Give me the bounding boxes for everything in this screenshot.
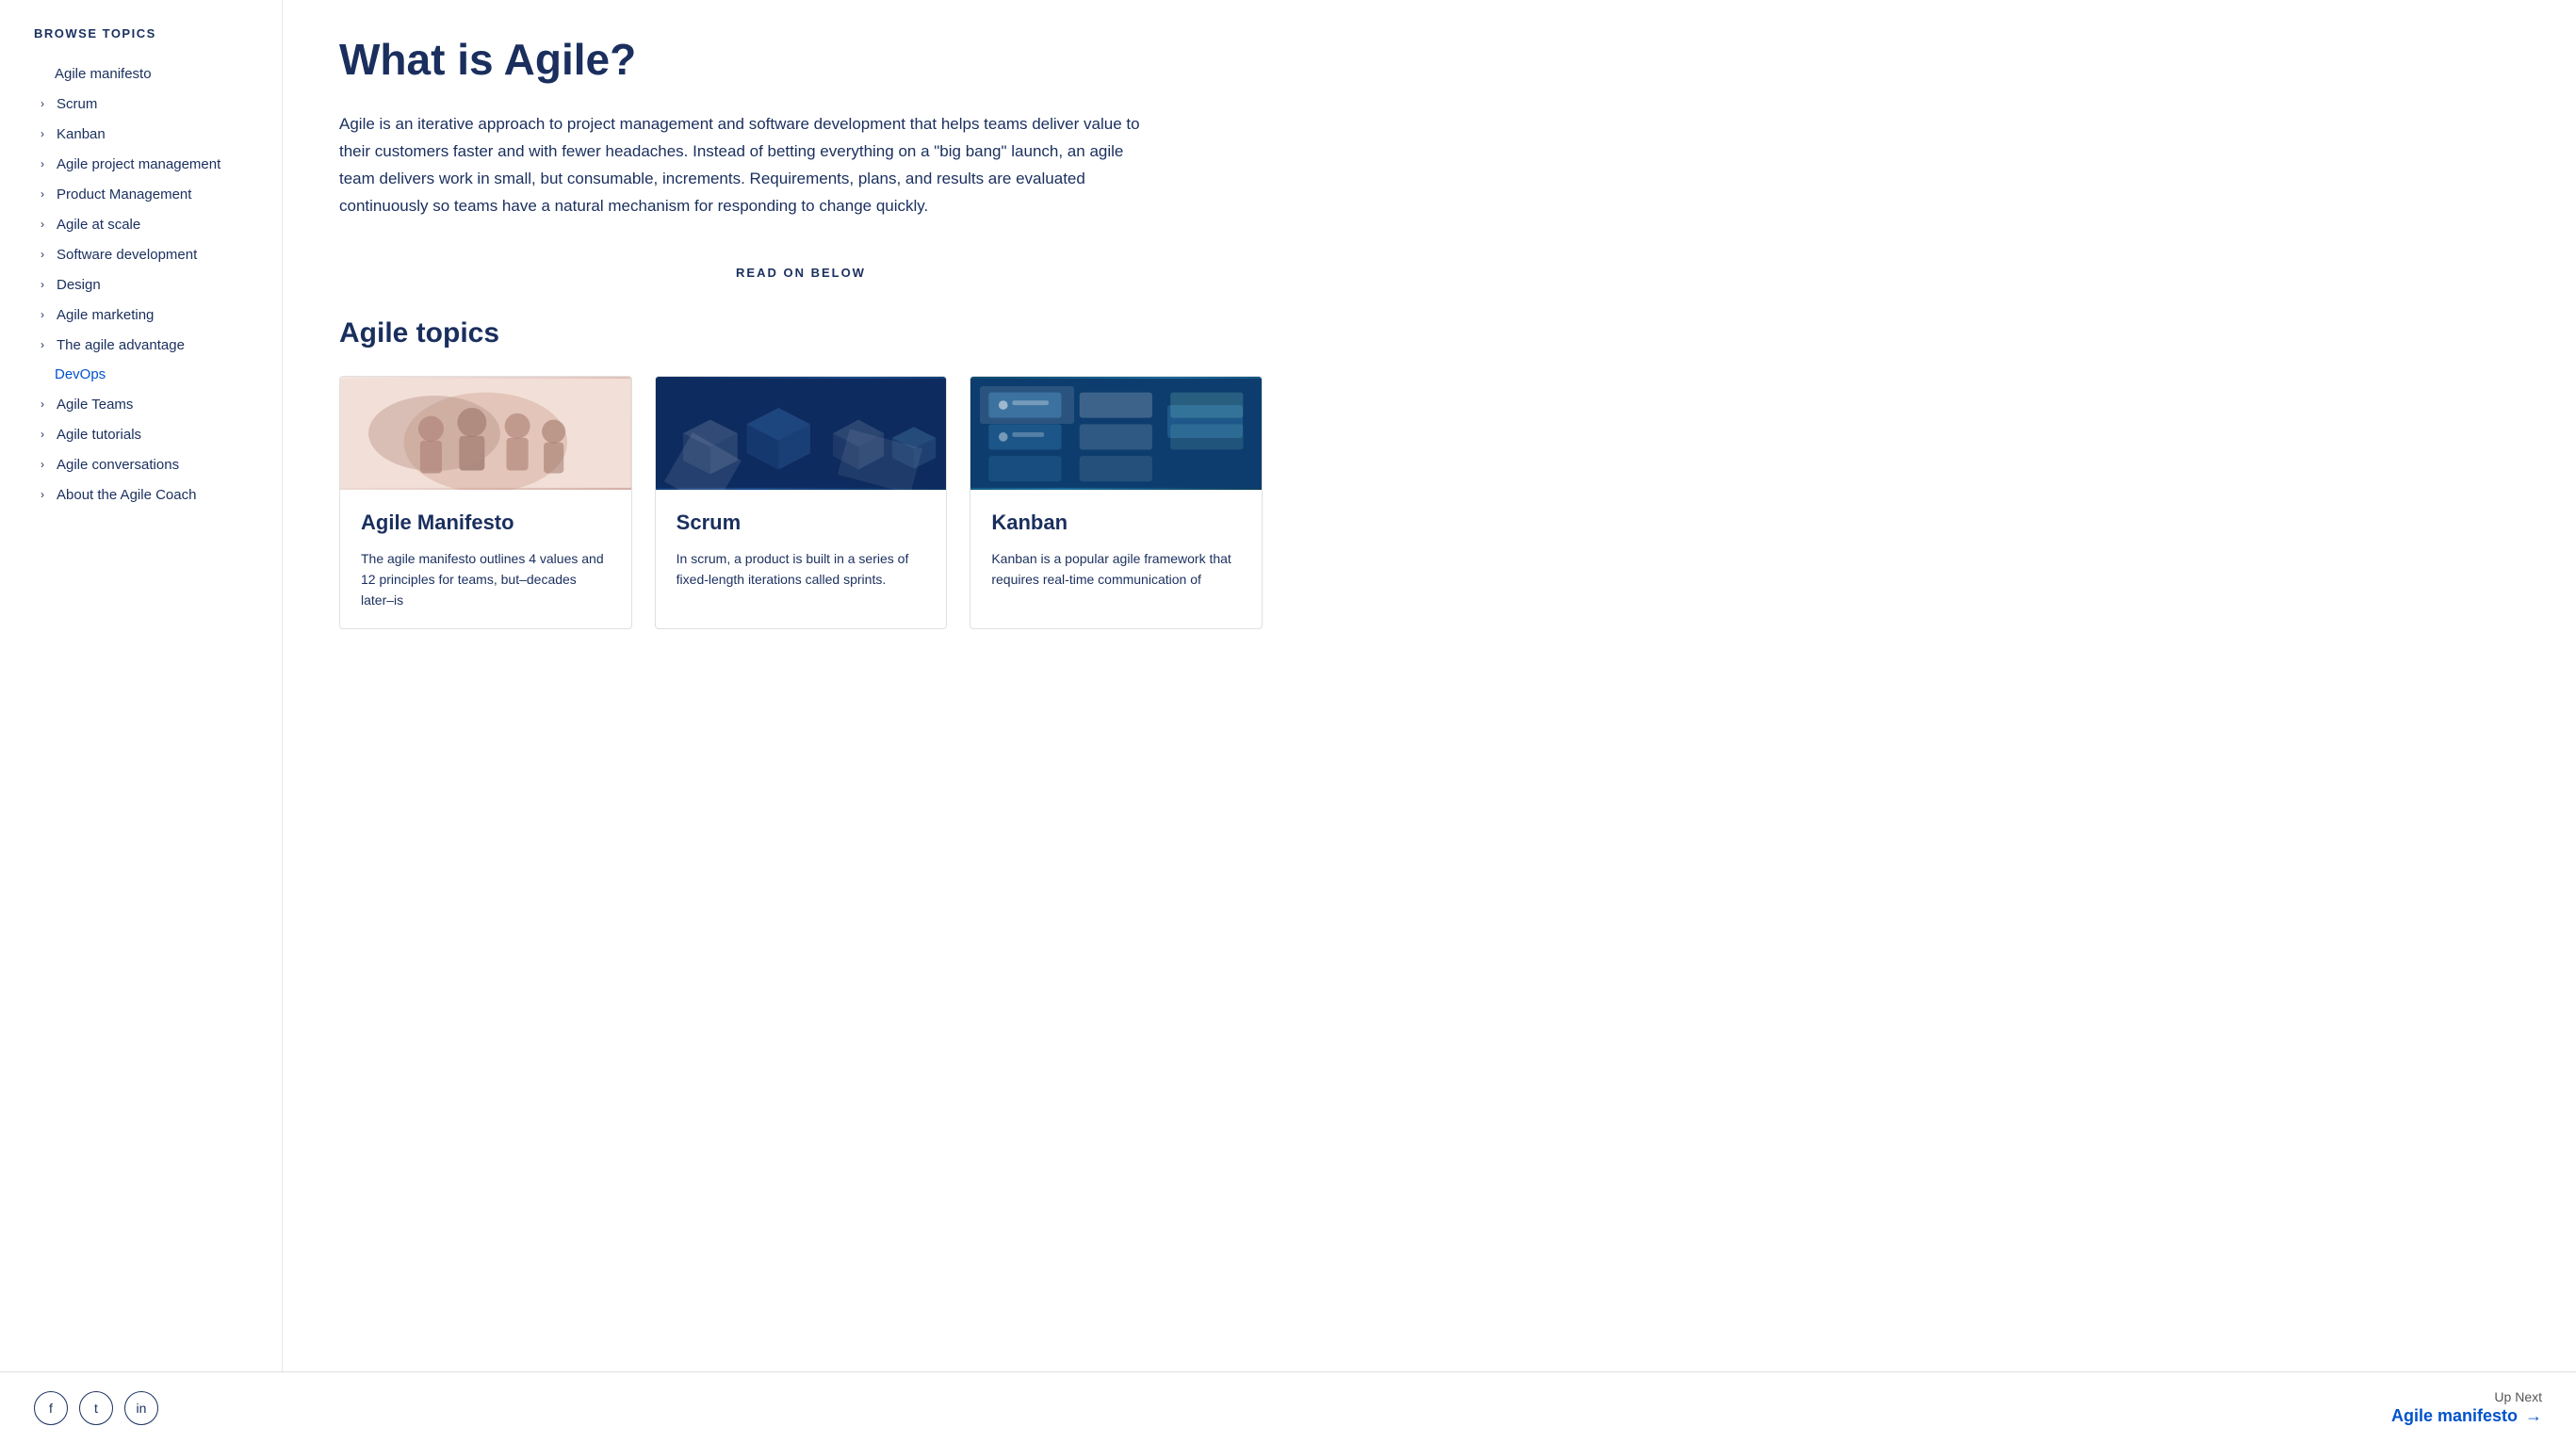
sidebar-item-label: Agile project management [57,156,220,172]
twitter-icon[interactable]: t [79,1391,113,1425]
sidebar-item-agile-project-management[interactable]: › Agile project management [34,149,263,179]
sidebar-item-devops[interactable]: DevOps [34,360,263,389]
sidebar-item-label: Kanban [57,126,106,142]
sidebar-item-label: DevOps [55,366,106,382]
manifesto-illustration [340,377,631,490]
card-image-manifesto [340,377,631,490]
card-title-manifesto: Agile Manifesto [361,511,611,535]
sidebar-item-label: Agile at scale [57,217,140,233]
sidebar-item-label: Agile Teams [57,397,133,413]
cards-row: Agile Manifesto The agile manifesto outl… [339,376,1263,629]
card-image-scrum [656,377,947,490]
scrum-illustration [656,377,947,490]
card-title-kanban: Kanban [991,511,1241,535]
sidebar-item-kanban[interactable]: › Kanban [34,119,263,149]
up-next-link[interactable]: Agile manifesto → [2391,1406,2542,1426]
chevron-right-icon: › [34,396,51,413]
chevron-right-icon: › [34,456,51,473]
sidebar-item-agile-conversations[interactable]: › Agile conversations [34,449,263,479]
sidebar-item-product-management[interactable]: › Product Management [34,179,263,209]
card-body-manifesto: Agile Manifesto The agile manifesto outl… [340,490,631,628]
sidebar: BROWSE TOPICS Agile manifesto › Scrum › … [0,0,283,1371]
chevron-right-icon: › [34,155,51,172]
sidebar-item-label: Agile conversations [57,457,179,473]
sidebar-item-label: The agile advantage [57,337,185,353]
sidebar-item-label: Design [57,277,101,293]
main-content: What is Agile? Agile is an iterative app… [283,0,1319,1371]
agile-manifesto-card[interactable]: Agile Manifesto The agile manifesto outl… [339,376,632,629]
arrow-right-icon: → [2525,1406,2542,1426]
linkedin-label: in [137,1401,147,1416]
chevron-right-icon: › [34,426,51,443]
sidebar-item-agile-teams[interactable]: › Agile Teams [34,389,263,419]
social-icons: f t in [34,1391,158,1425]
sidebar-item-about-the-agile-coach[interactable]: › About the Agile Coach [34,479,263,510]
linkedin-icon[interactable]: in [124,1391,158,1425]
facebook-icon[interactable]: f [34,1391,68,1425]
sidebar-item-agile-manifesto[interactable]: Agile manifesto [34,59,263,89]
agile-topics-title: Agile topics [339,317,1263,349]
read-on-below-label: READ ON BELOW [339,266,1263,280]
card-image-kanban [970,377,1262,490]
kanban-card[interactable]: Kanban Kanban is a popular agile framewo… [970,376,1263,629]
sidebar-item-the-agile-advantage[interactable]: › The agile advantage [34,330,263,360]
chevron-right-icon: › [34,306,51,323]
sidebar-item-label: Agile marketing [57,307,154,323]
kanban-illustration [970,377,1262,490]
up-next-text: Agile manifesto [2391,1406,2518,1426]
chevron-right-icon: › [34,186,51,203]
scrum-card[interactable]: Scrum In scrum, a product is built in a … [655,376,948,629]
card-text-manifesto: The agile manifesto outlines 4 values an… [361,548,611,611]
sidebar-item-software-development[interactable]: › Software development [34,239,263,269]
chevron-right-icon: › [34,216,51,233]
sidebar-item-scrum[interactable]: › Scrum [34,89,263,119]
page-title: What is Agile? [339,34,1263,85]
sidebar-browse-topics-label: BROWSE TOPICS [34,26,263,41]
twitter-label: t [94,1401,98,1416]
chevron-right-icon: › [34,125,51,142]
sidebar-item-label: Agile tutorials [57,427,141,443]
sidebar-item-label: About the Agile Coach [57,487,196,503]
sidebar-item-agile-at-scale[interactable]: › Agile at scale [34,209,263,239]
card-body-scrum: Scrum In scrum, a product is built in a … [656,490,947,608]
footer: f t in Up Next Agile manifesto → [0,1371,2576,1443]
up-next: Up Next Agile manifesto → [2391,1389,2542,1426]
chevron-right-icon: › [34,276,51,293]
up-next-label: Up Next [2391,1389,2542,1404]
facebook-label: f [49,1401,53,1416]
sidebar-item-agile-marketing[interactable]: › Agile marketing [34,300,263,330]
sidebar-item-label: Scrum [57,96,97,112]
sidebar-item-label: Product Management [57,186,191,203]
sidebar-item-label: Software development [57,247,197,263]
card-text-kanban: Kanban is a popular agile framework that… [991,548,1241,591]
page-description: Agile is an iterative approach to projec… [339,111,1149,220]
card-title-scrum: Scrum [677,511,926,535]
card-body-kanban: Kanban Kanban is a popular agile framewo… [970,490,1262,608]
sidebar-item-design[interactable]: › Design [34,269,263,300]
card-text-scrum: In scrum, a product is built in a series… [677,548,926,591]
chevron-right-icon: › [34,246,51,263]
chevron-right-icon: › [34,95,51,112]
sidebar-item-label: Agile manifesto [55,66,152,82]
chevron-right-icon: › [34,336,51,353]
chevron-right-icon: › [34,486,51,503]
sidebar-item-agile-tutorials[interactable]: › Agile tutorials [34,419,263,449]
